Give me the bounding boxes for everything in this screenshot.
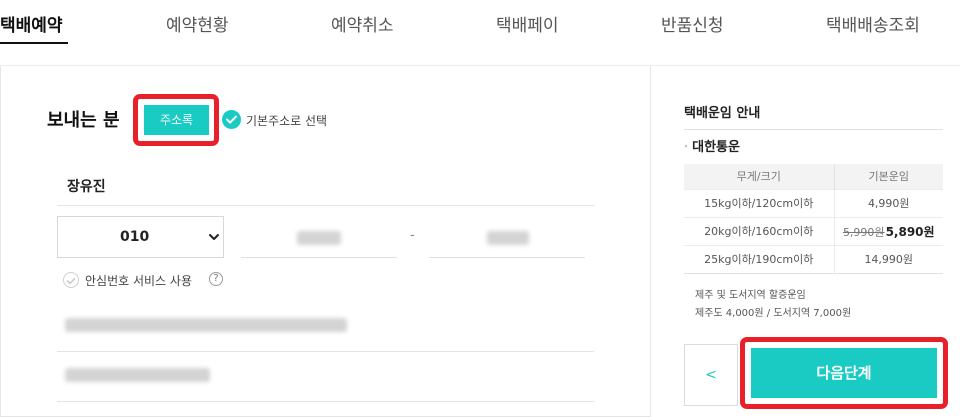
fee-info-panel: 택배운임 안내 · 대한통운 무게/크기 기본운임 15kg이하/120cm이하 … [651,66,960,417]
row-size: 25kg이하/190cm이하 [684,244,835,274]
table-row: 15kg이하/120cm이하 4,990원 [684,188,943,217]
sender-form-panel: 보내는 분 주소록 기본주소로 선택 장유진 010 - 안심번호 서비스 사용… [0,66,651,417]
safe-number-checkbox[interactable] [63,272,79,288]
tab-delivery-reservation[interactable]: 택배예약 [0,11,63,36]
table-row: 25kg이하/190cm이하 14,990원 [684,244,943,274]
fee-table: 무게/크기 기본운임 15kg이하/120cm이하 4,990원 20kg이하/… [684,164,943,274]
phone-middle-input[interactable] [241,216,397,258]
reservation-tabs: 택배예약 예약현황 예약취소 택배페이 반품신청 택배배송조회 [0,0,960,66]
row-size: 20kg이하/160cm이하 [684,216,835,245]
check-icon [66,278,76,285]
address-book-button[interactable]: 주소록 [144,105,209,135]
default-address-checkbox[interactable] [222,110,241,129]
phone-separator: - [410,228,415,243]
blurred-phone-middle [297,231,341,245]
surcharge-note-detail: 제주도 4,000원 / 도서지역 7,000원 [695,308,852,319]
active-tab-underline [0,42,68,44]
tab-reservation-status[interactable]: 예약현황 [166,11,229,36]
default-address-label[interactable]: 기본주소로 선택 [246,112,327,129]
sale-fee: 5,890원 [885,224,935,239]
phone-last-input[interactable] [429,216,585,258]
divider [684,129,943,130]
tab-reservation-cancel[interactable]: 예약취소 [331,11,394,36]
tab-return-request[interactable]: 반품신청 [661,11,724,36]
row-fee: 4,990원 [834,188,943,217]
tab-tracking[interactable]: 택배배송조회 [826,11,920,36]
original-fee: 5,990원 [842,225,885,239]
blurred-address [65,318,347,332]
sender-section-title: 보내는 분 [47,110,120,131]
row-size: 15kg이하/120cm이하 [684,188,835,217]
sender-address-field[interactable] [57,302,594,352]
blurred-phone-last [487,231,529,245]
blurred-address-detail [65,368,210,382]
surcharge-note-title: 제주 및 도서지역 할증운임 [695,290,806,301]
header-size: 무게/크기 [684,164,835,189]
sender-address-detail-field[interactable] [57,352,594,402]
fee-info-title: 택배운임 안내 [684,106,761,121]
tab-delivery-pay[interactable]: 택배페이 [496,11,559,36]
fee-table-header: 무게/크기 기본운임 [684,164,943,189]
bullet-icon: · [684,140,689,155]
sender-name-field[interactable]: 장유진 [57,164,594,206]
prev-button[interactable]: < [684,344,738,406]
chevron-down-icon [209,234,219,240]
phone-prefix-select[interactable]: 010 [57,216,224,258]
row-fee: 5,990원5,890원 [834,216,943,245]
next-step-button[interactable]: 다음단계 [751,348,937,398]
phone-prefix-value: 010 [120,229,150,245]
carrier-name: · 대한통운 [684,136,740,155]
header-fee: 기본운임 [834,164,943,189]
help-icon[interactable]: ? [209,272,223,286]
row-fee: 14,990원 [834,244,943,274]
sender-name-value: 장유진 [67,179,106,195]
safe-number-label[interactable]: 안심번호 서비스 사용 [85,272,192,289]
carrier-label: 대한통운 [692,140,740,155]
table-row: 20kg이하/160cm이하 5,990원5,890원 [684,216,943,245]
check-icon [226,115,237,124]
